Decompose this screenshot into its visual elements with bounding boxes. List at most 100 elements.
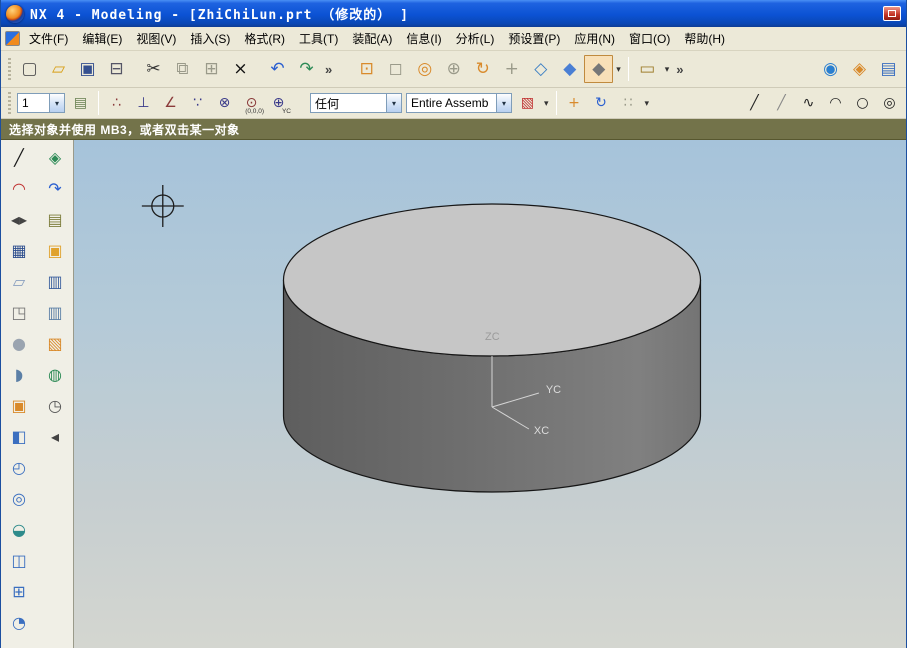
hole-button[interactable]: ◎ [5, 485, 33, 512]
studio-surface-button[interactable]: ◈ [41, 144, 69, 171]
ruled-button[interactable]: ▥ [41, 268, 69, 295]
through-curves-button[interactable]: ↷ [41, 175, 69, 202]
menu-insert[interactable]: 插入(S) [183, 27, 237, 50]
menu-format[interactable]: 格式(R) [237, 27, 292, 50]
orient-view-button[interactable]: ↻ [588, 91, 615, 115]
layer-settings-button[interactable]: ▤ [67, 91, 94, 115]
datum-csys-button[interactable]: ◳ [5, 299, 33, 326]
rotate-view-button[interactable]: ↻ [468, 55, 497, 83]
sketch-button[interactable]: ▦ [5, 237, 33, 264]
sphere-button[interactable]: ● [5, 330, 33, 357]
display-tool-button[interactable]: ◉ [816, 55, 845, 83]
zoom-in-out-button[interactable]: ⊕ [439, 55, 468, 83]
menu-assemblies[interactable]: 装配(A) [345, 27, 399, 50]
pocket-button[interactable]: ◫ [5, 547, 33, 574]
menu-preferences[interactable]: 预设置(P) [501, 27, 567, 50]
layers-tool-button[interactable]: ▤ [874, 55, 903, 83]
paste-button[interactable]: ⊞ [197, 55, 226, 83]
snap-origin-button[interactable]: ⊙(0,0,0) [238, 91, 265, 115]
sketch-line-button[interactable]: ╱ [5, 144, 33, 171]
history-button[interactable]: ◷ [41, 392, 69, 419]
spline-tool-button[interactable]: ∿ [795, 91, 822, 115]
instance-button[interactable]: ◍ [41, 361, 69, 388]
fit-view-button[interactable]: ⊡ [352, 55, 381, 83]
selection-filter-combo[interactable]: 任何 ▾ [310, 93, 402, 113]
shaded-view-button[interactable]: ◆ [555, 55, 584, 83]
print-button[interactable]: ⊟ [102, 55, 131, 83]
save-button[interactable]: ▣ [73, 55, 102, 83]
work-layer-combo[interactable]: 1 ▾ [17, 93, 65, 113]
line-tool-button[interactable]: ╱ [741, 91, 768, 115]
measure-button[interactable]: ▭ [633, 55, 662, 83]
groove-button[interactable]: ◔ [5, 609, 33, 636]
trimmed-sheet-button[interactable]: ▧ [41, 330, 69, 357]
circle-tool-button[interactable]: ○ [849, 91, 876, 115]
palette-dropdown[interactable]: ▾ [541, 98, 552, 109]
expand-buttons[interactable]: ◂▸ [5, 206, 33, 233]
snap-quadrant-button[interactable]: ⊕YC [265, 91, 292, 115]
chevron-down-icon[interactable]: ▾ [496, 94, 511, 112]
display-mode-dropdown[interactable]: ▾ [613, 64, 624, 75]
menu-view[interactable]: 视图(V) [129, 27, 183, 50]
cylinder-solid[interactable] [283, 204, 700, 492]
pan-button[interactable]: + [497, 55, 526, 83]
menu-file[interactable]: 文件(F) [22, 27, 75, 50]
measure-dropdown[interactable]: ▾ [662, 64, 673, 75]
app-menu-icon[interactable] [5, 31, 20, 46]
perspective-button[interactable]: ◇ [526, 55, 555, 83]
delete-icon: × [233, 61, 247, 78]
chevron-down-icon[interactable]: ▾ [386, 94, 401, 112]
menu-window[interactable]: 窗口(O) [622, 27, 677, 50]
wcs-dynamics-button[interactable]: + [561, 91, 588, 115]
menu-tools[interactable]: 工具(T) [292, 27, 345, 50]
menu-help[interactable]: 帮助(H) [677, 27, 732, 50]
selection-scope-combo[interactable]: Entire Assemb ▾ [406, 93, 512, 113]
color-palette-button[interactable]: ▧ [514, 91, 541, 115]
snap-endpoint-button[interactable]: ⊥ [130, 91, 157, 115]
arc-button[interactable]: ◠ [5, 175, 33, 202]
menu-application[interactable]: 应用(N) [567, 27, 622, 50]
revolve-button[interactable]: ◴ [5, 454, 33, 481]
snap-midpoint-button[interactable]: ∠ [157, 91, 184, 115]
block-button[interactable]: ▣ [5, 392, 33, 419]
toolbar-overflow-chevron-2[interactable]: » [672, 62, 687, 77]
boss-button[interactable]: ◒ [5, 516, 33, 543]
snap-point-button[interactable]: ∴ [103, 91, 130, 115]
scene-svg[interactable]: ZC YC XC [74, 140, 906, 648]
snap-center-button[interactable]: ⊗ [211, 91, 238, 115]
arc-tool-button[interactable]: ◠ [822, 91, 849, 115]
more-button[interactable]: ◂ [41, 423, 69, 450]
ellipse-tool-button[interactable]: ◎ [876, 91, 903, 115]
undo-button[interactable]: ↶ [263, 55, 292, 83]
zoom-button[interactable]: ◻ [381, 55, 410, 83]
new-button[interactable]: ▢ [15, 55, 44, 83]
toolbar-grip[interactable] [8, 58, 11, 80]
chevron-down-icon[interactable]: ▾ [49, 94, 64, 112]
toolbar-grip-2[interactable] [8, 92, 11, 114]
zoom-window-button[interactable]: ◎ [410, 55, 439, 83]
snap-intersection-button[interactable]: ∵ [184, 91, 211, 115]
cut-button[interactable]: ✂ [139, 55, 168, 83]
open-button[interactable]: ▱ [44, 55, 73, 83]
cylinder-button[interactable]: ◗ [5, 361, 33, 388]
offset-surface-button[interactable]: ▥ [41, 299, 69, 326]
grid-dropdown[interactable]: ▾ [642, 98, 653, 109]
menu-analysis[interactable]: 分析(L) [449, 27, 502, 50]
swept-button[interactable]: ▣ [41, 237, 69, 264]
graphics-window[interactable]: ZC YC XC [74, 140, 906, 648]
inferred-line-button[interactable]: ╱ [768, 91, 795, 115]
repeat-button[interactable]: ↷ [292, 55, 321, 83]
delete-button[interactable]: × [226, 55, 255, 83]
material-tool-button[interactable]: ◈ [845, 55, 874, 83]
datum-plane-button[interactable]: ▱ [5, 268, 33, 295]
display-mode-button[interactable]: ◆ [584, 55, 613, 83]
extrude-button[interactable]: ◧ [5, 423, 33, 450]
window-control-button[interactable] [883, 6, 901, 21]
toolbar-overflow-chevron[interactable]: » [321, 62, 336, 77]
grid-button[interactable]: ∷ [615, 91, 642, 115]
layer-stack-button[interactable]: ▤ [41, 206, 69, 233]
menu-edit[interactable]: 编辑(E) [75, 27, 129, 50]
copy-button[interactable]: ⧉ [168, 55, 197, 83]
pad-button[interactable]: ⊞ [5, 578, 33, 605]
menu-information[interactable]: 信息(I) [399, 27, 448, 50]
